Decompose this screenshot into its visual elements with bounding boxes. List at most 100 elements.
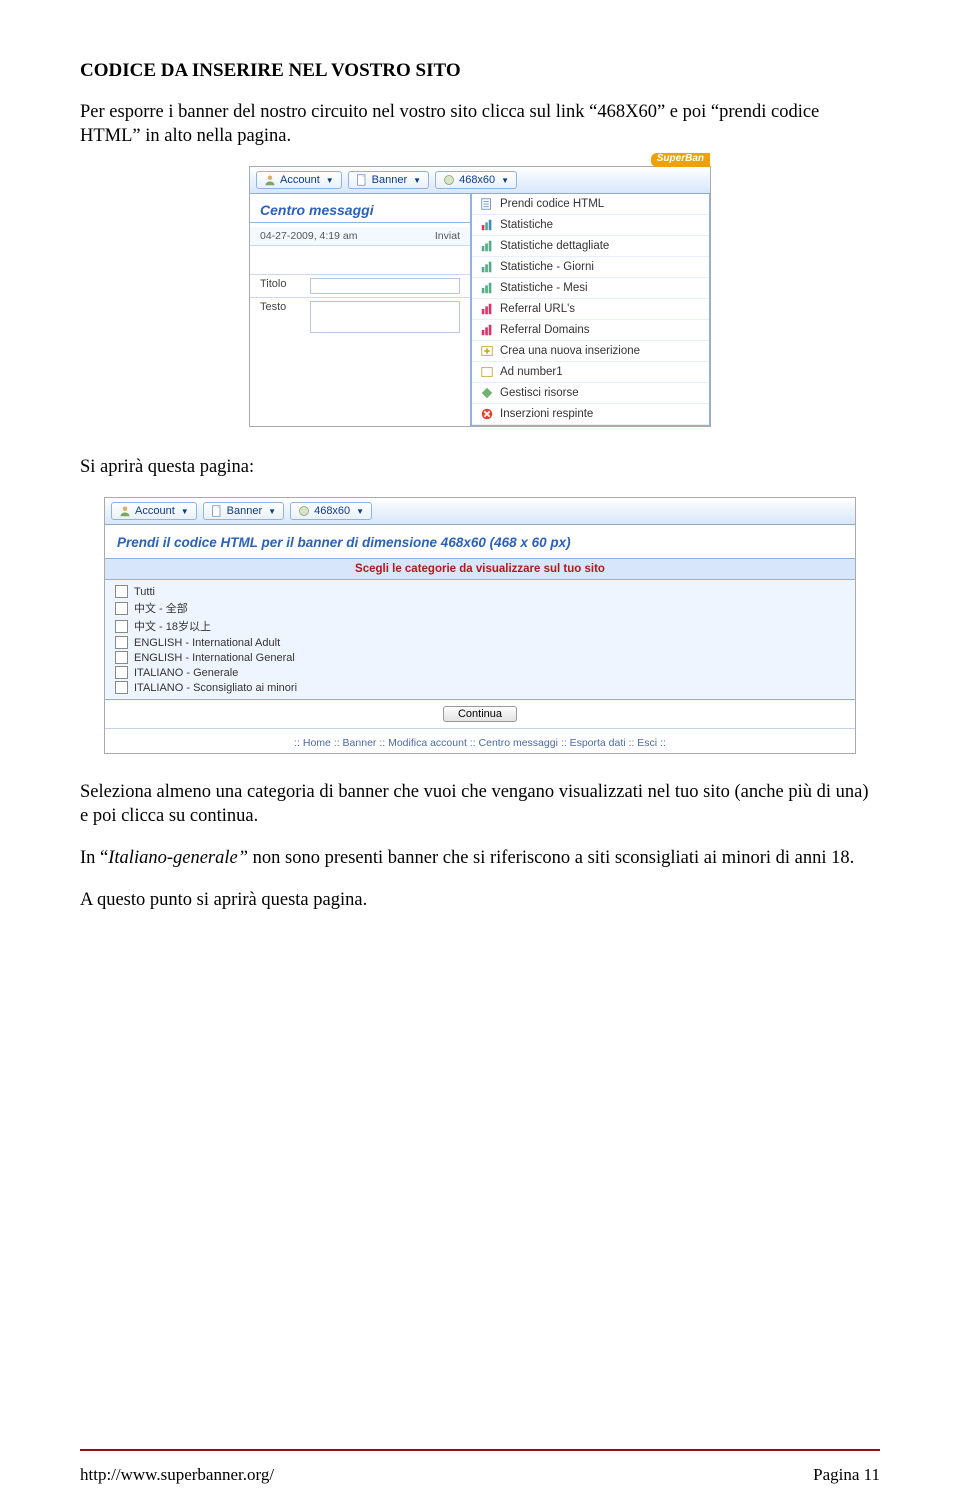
category-label: 中文 - 18岁以上	[134, 618, 211, 634]
checkbox[interactable]	[115, 681, 128, 694]
add-icon	[480, 344, 494, 358]
menu-item-label: Crea una nuova inserizione	[500, 345, 640, 357]
menu-item[interactable]: Referral URL's	[472, 299, 709, 320]
banner-menu-button[interactable]: Banner ▼	[203, 502, 284, 520]
close-icon	[480, 407, 494, 421]
page-icon	[356, 174, 368, 186]
titolo-input[interactable]	[310, 278, 460, 294]
continua-button[interactable]: Continua	[443, 706, 517, 722]
continue-row: Continua	[105, 700, 855, 729]
chevron-down-icon: ▼	[413, 176, 421, 185]
bar-chart-icon	[480, 239, 494, 253]
centro-messaggi-title: Centro messaggi	[250, 202, 470, 223]
menu-item[interactable]: Gestisci risorse	[472, 383, 709, 404]
text-prefix: In “	[80, 848, 108, 868]
mid-text: Si aprirà questa pagina:	[80, 455, 880, 479]
chevron-down-icon: ▼	[268, 507, 276, 516]
category-item[interactable]: ITALIANO - Generale	[115, 665, 845, 680]
section-title: Prendi il codice HTML per il banner di d…	[105, 525, 855, 558]
testo-textarea[interactable]	[310, 301, 460, 333]
category-item[interactable]: Tutti	[115, 584, 845, 599]
menu-item-label: Inserzioni respinte	[500, 408, 593, 420]
category-item[interactable]: 中文 - 18岁以上	[115, 617, 845, 635]
testo-row: Testo	[250, 297, 470, 336]
menu-item[interactable]: Statistiche dettagliate	[472, 236, 709, 257]
intro-paragraph: Per esporre i banner del nostro circuito…	[80, 100, 880, 148]
account-menu-button[interactable]: Account ▼	[111, 502, 197, 520]
text-rest: non sono presenti banner che si riferisc…	[253, 848, 855, 868]
titolo-row: Titolo	[250, 274, 470, 297]
dropdown-menu: Prendi codice HTML Statistiche Statistiche…	[471, 194, 710, 426]
user-icon	[264, 174, 276, 186]
menu-item[interactable]: Prendi codice HTML	[472, 194, 709, 215]
message-date: 04-27-2009, 4:19 am	[260, 230, 357, 242]
message-sent-label: Inviat	[435, 230, 460, 242]
doc-heading: CODICE DA INSERIRE NEL VOSTRO SITO	[80, 60, 880, 82]
size-label: 468x60	[314, 505, 350, 517]
checkbox[interactable]	[115, 636, 128, 649]
bar-chart-icon	[480, 302, 494, 316]
checkbox[interactable]	[115, 585, 128, 598]
account-menu-button[interactable]: Account ▼	[256, 171, 342, 189]
menu-item-label: Ad number1	[500, 366, 563, 378]
footer-separator	[80, 1449, 880, 1451]
menu-item[interactable]: Referral Domains	[472, 320, 709, 341]
globe-icon	[443, 174, 455, 186]
footer-url: http://www.superbanner.org/	[80, 1465, 274, 1485]
checkbox[interactable]	[115, 602, 128, 615]
category-label: 中文 - 全部	[134, 600, 188, 616]
category-item[interactable]: ENGLISH - International General	[115, 650, 845, 665]
screenshot-1: SuperBan Account ▼ Banner ▼ 468x60	[249, 166, 711, 427]
menu-item[interactable]: Inserzioni respinte	[472, 404, 709, 425]
account-label: Account	[280, 174, 320, 186]
menu-item[interactable]: Statistiche	[472, 215, 709, 236]
toolbar: SuperBan Account ▼ Banner ▼ 468x60	[250, 167, 710, 194]
checkbox[interactable]	[115, 620, 128, 633]
category-label: ENGLISH - International General	[134, 652, 295, 664]
chevron-down-icon: ▼	[356, 507, 364, 516]
menu-item[interactable]: Statistiche - Mesi	[472, 278, 709, 299]
banner-label: Banner	[372, 174, 407, 186]
menu-item-label: Statistiche	[500, 219, 553, 231]
category-item[interactable]: ENGLISH - International Adult	[115, 635, 845, 650]
category-item[interactable]: ITALIANO - Sconsigliato ai minori	[115, 680, 845, 695]
toolbar-2: Account ▼ Banner ▼ 468x60 ▼	[105, 498, 855, 525]
page-icon	[480, 197, 494, 211]
size-menu-button[interactable]: 468x60 ▼	[290, 502, 372, 520]
account-label: Account	[135, 505, 175, 517]
banner-menu-button[interactable]: Banner ▼	[348, 171, 429, 189]
message-row[interactable]: 04-27-2009, 4:19 am Inviat	[250, 227, 470, 246]
menu-item-label: Gestisci risorse	[500, 387, 579, 399]
size-menu-button[interactable]: 468x60 ▼	[435, 171, 517, 189]
category-label: ENGLISH - International Adult	[134, 637, 280, 649]
category-grid-header: Scegli le categorie da visualizzare sul …	[105, 558, 855, 580]
menu-item-label: Referral Domains	[500, 324, 589, 336]
menu-item-label: Prendi codice HTML	[500, 198, 604, 210]
size-label: 468x60	[459, 174, 495, 186]
menu-item-label: Statistiche - Giorni	[500, 261, 594, 273]
footer-page-number: Pagina 11	[813, 1465, 880, 1485]
checkbox[interactable]	[115, 651, 128, 664]
menu-item-label: Statistiche dettagliate	[500, 240, 609, 252]
titolo-label: Titolo	[260, 278, 310, 294]
menu-item[interactable]: Ad number1	[472, 362, 709, 383]
menu-item[interactable]: Crea una nuova inserizione	[472, 341, 709, 362]
category-label: ITALIANO - Generale	[134, 667, 238, 679]
category-list: Tutti中文 - 全部中文 - 18岁以上 ENGLISH - Internat…	[105, 580, 855, 700]
banner-label: Banner	[227, 505, 262, 517]
superban-badge: SuperBan	[651, 153, 710, 167]
bar-chart-icon	[480, 218, 494, 232]
category-item[interactable]: 中文 - 全部	[115, 599, 845, 617]
bar-chart-icon	[480, 281, 494, 295]
checkbox[interactable]	[115, 666, 128, 679]
ad-icon	[480, 365, 494, 379]
diamond-icon	[480, 386, 494, 400]
user-icon	[119, 505, 131, 517]
chevron-down-icon: ▼	[326, 176, 334, 185]
footer-links[interactable]: :: Home :: Banner :: Modifica account ::…	[105, 729, 855, 753]
menu-item-label: Referral URL's	[500, 303, 575, 315]
page-icon	[211, 505, 223, 517]
chevron-down-icon: ▼	[181, 507, 189, 516]
menu-item[interactable]: Statistiche - Giorni	[472, 257, 709, 278]
menu-item-label: Statistiche - Mesi	[500, 282, 588, 294]
